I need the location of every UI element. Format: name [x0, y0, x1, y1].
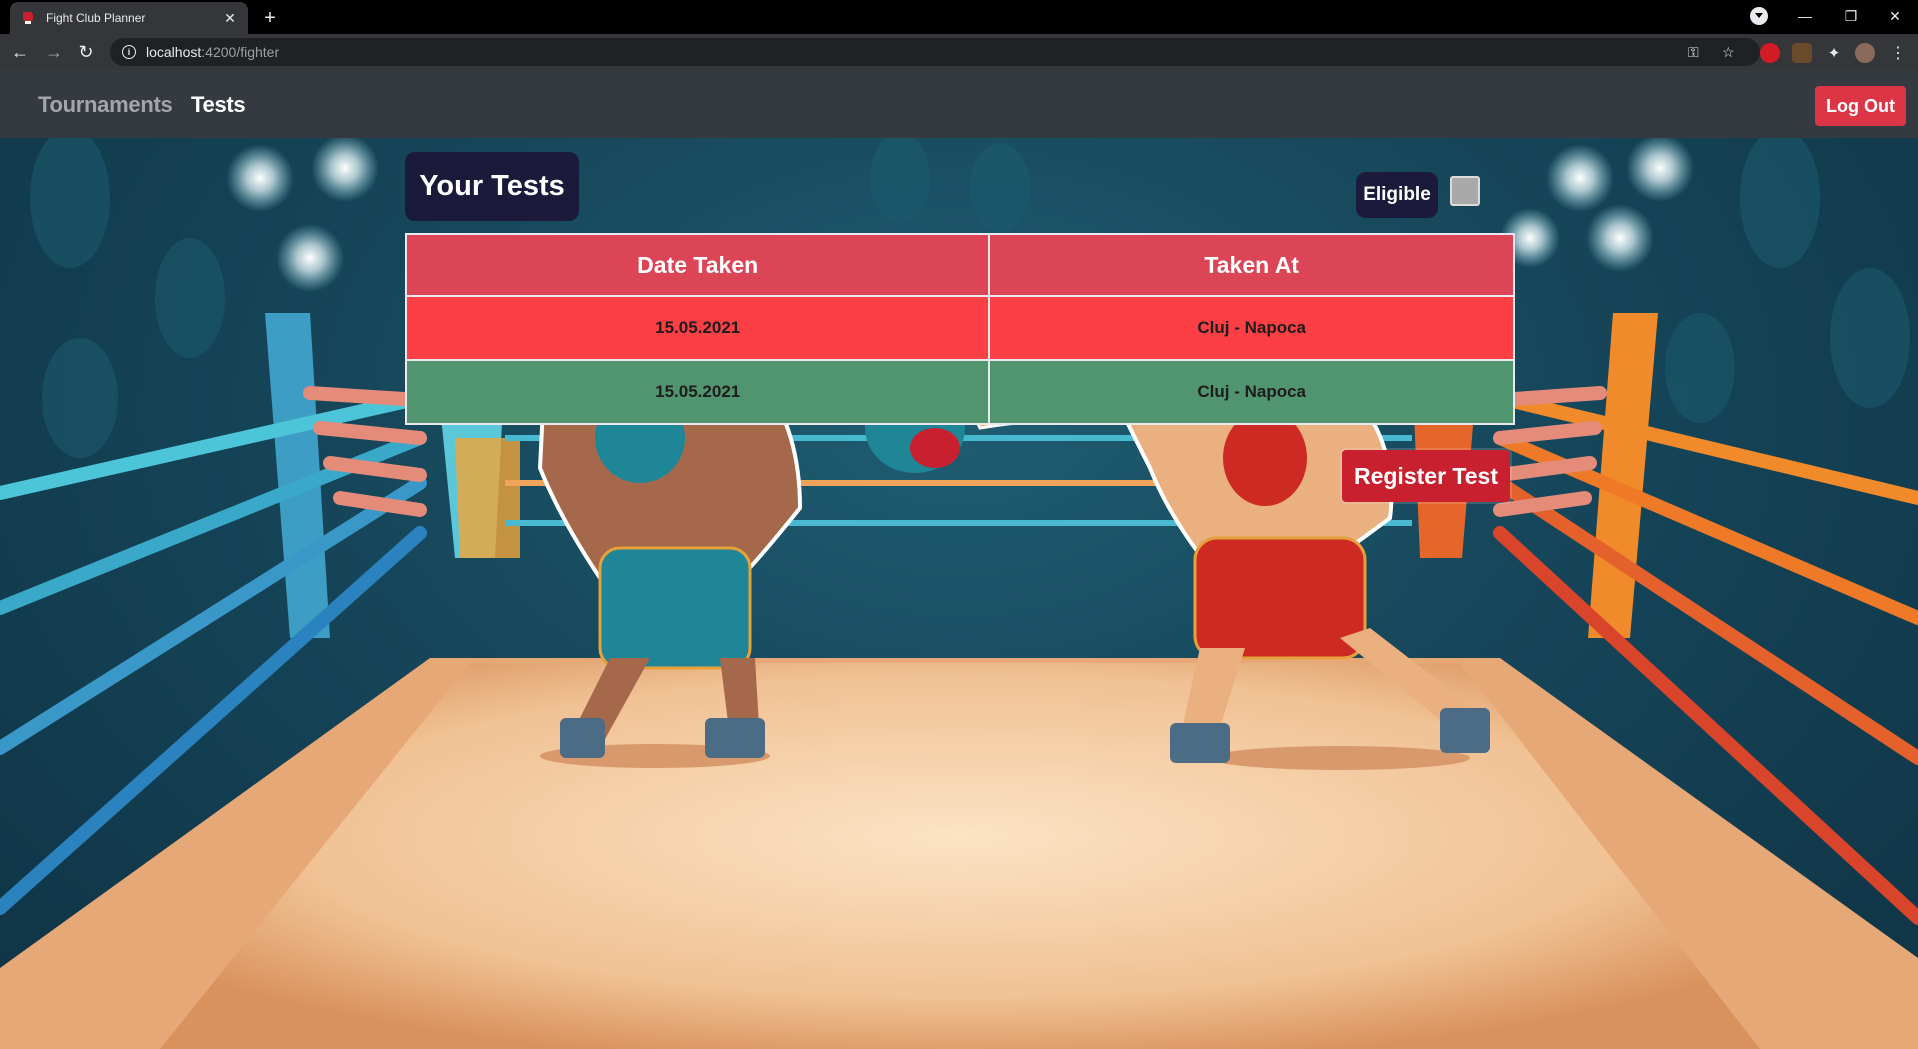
column-header-location: Taken At — [988, 233, 1515, 297]
restore-icon[interactable]: ❐ — [1828, 0, 1874, 32]
register-test-button[interactable]: Register Test — [1342, 450, 1510, 502]
reload-icon[interactable]: ↻ — [74, 40, 98, 64]
cell-location: Cluj - Napoca — [988, 359, 1515, 425]
cell-date: 15.05.2021 — [404, 295, 991, 361]
column-header-date: Date Taken — [404, 233, 991, 297]
info-icon[interactable]: i — [122, 45, 136, 59]
new-tab-icon[interactable]: + — [258, 6, 282, 30]
cell-location: Cluj - Napoca — [988, 295, 1515, 361]
puzzle-icon[interactable]: ✦ — [1824, 43, 1844, 63]
avatar[interactable] — [1855, 43, 1875, 63]
browser-toolbar: ← → ↻ i localhost :4200/fighter ⚿ ☆ ✦ ⋮ — [0, 34, 1918, 70]
app-navbar: Tournaments Tests Log Out — [0, 70, 1918, 138]
tab-search-icon[interactable] — [1750, 7, 1768, 25]
tab-title: Fight Club Planner — [46, 11, 146, 25]
logout-button[interactable]: Log Out — [1815, 86, 1906, 126]
table-header-row: Date Taken Taken At — [404, 233, 1515, 297]
minimize-icon[interactable]: — — [1782, 0, 1828, 32]
address-bar[interactable]: i localhost :4200/fighter ⚿ ☆ — [110, 38, 1760, 66]
page-title: Your Tests — [405, 152, 579, 221]
extension-icon[interactable] — [1792, 43, 1812, 63]
back-icon[interactable]: ← — [8, 40, 32, 64]
star-icon[interactable]: ☆ — [1722, 38, 1735, 66]
boxing-glove-icon — [20, 10, 36, 26]
nav-link-tests[interactable]: Tests — [191, 92, 246, 118]
close-window-icon[interactable]: ✕ — [1872, 0, 1918, 32]
cell-date: 15.05.2021 — [404, 359, 991, 425]
tests-table: Date Taken Taken At 15.05.2021 Cluj - Na… — [404, 233, 1515, 425]
nav-link-tournaments[interactable]: Tournaments — [38, 92, 173, 118]
url-host: localhost — [146, 44, 202, 60]
table-row: 15.05.2021 Cluj - Napoca — [404, 295, 1515, 361]
menu-icon[interactable]: ⋮ — [1888, 43, 1908, 63]
browser-tab[interactable]: Fight Club Planner ✕ — [10, 2, 248, 34]
eligible-badge: Eligible — [1356, 172, 1438, 218]
table-row: 15.05.2021 Cluj - Napoca — [404, 359, 1515, 425]
tab-close-icon[interactable]: ✕ — [222, 10, 238, 26]
extension-stop-icon[interactable] — [1760, 43, 1780, 63]
forward-icon[interactable]: → — [42, 40, 66, 64]
key-icon[interactable]: ⚿ — [1688, 38, 1699, 66]
eligible-checkbox[interactable] — [1450, 176, 1480, 206]
boxing-ring-background: Your Tests Eligible Date Taken Taken At … — [0, 138, 1918, 1049]
browser-tab-bar: Fight Club Planner ✕ + — ❐ ✕ — [0, 0, 1918, 34]
url-path: :4200/fighter — [201, 44, 280, 60]
